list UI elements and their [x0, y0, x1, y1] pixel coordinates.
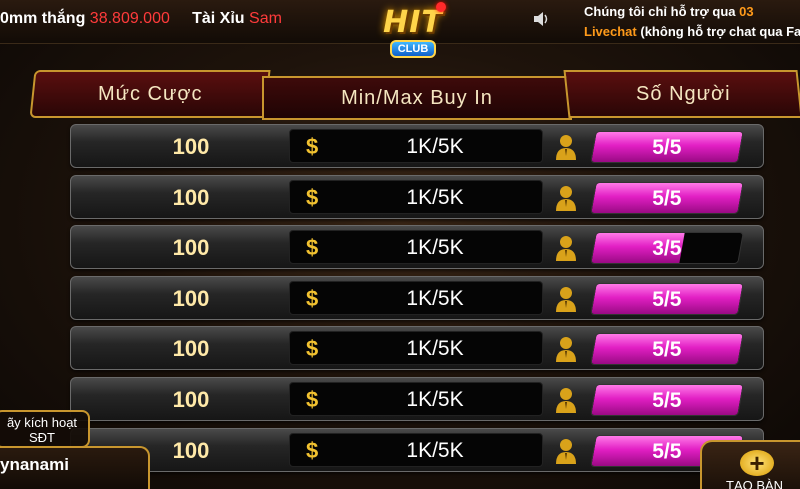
buyin-value: 1K/5K: [406, 337, 464, 361]
buyin-value: 1K/5K: [406, 236, 464, 260]
buyin-box: $1K/5K: [289, 179, 543, 214]
bet-value: 100: [172, 134, 210, 159]
create-table-button[interactable]: + TẠO BÀN: [700, 440, 800, 489]
support-line2: (không hỗ trợ chat qua Fa: [640, 24, 800, 39]
activate-line1: ãy kích hoạt: [6, 415, 78, 430]
win-ticker: 0mm thắng 38.809.000 Tài Xỉu Sam: [0, 10, 282, 28]
ticker-prefix: 0mm thắng: [0, 10, 86, 27]
table-row[interactable]: 100 $1K/5K 5/5: [70, 124, 764, 168]
header-buyin-label: Min/Max Buy In: [341, 86, 493, 109]
buyin-box: $1K/5K: [289, 280, 543, 315]
buyin-box: $1K/5K: [289, 331, 543, 366]
buyin-value: 1K/5K: [406, 388, 464, 411]
speaker-icon[interactable]: [532, 10, 552, 30]
support-notice: Chúng tôi chỉ hỗ trợ qua 03 Livechat (kh…: [584, 2, 800, 42]
dollar-icon: $: [306, 235, 319, 261]
buyin-box: $1K/5K: [289, 129, 543, 163]
logo-club-text: CLUB: [389, 40, 437, 58]
buyin-value: 1K/5K: [406, 135, 464, 158]
player-icon: [555, 134, 577, 160]
seats-value: 5/5: [652, 136, 682, 159]
notification-dot: [436, 2, 446, 12]
livechat-link[interactable]: Livechat: [584, 24, 637, 39]
player-icon: [555, 185, 577, 211]
player-icon: [555, 387, 577, 413]
table-row[interactable]: 100 $1K/5K 5/5: [70, 174, 764, 219]
activate-phone-button[interactable]: ãy kích hoạt SĐT: [0, 410, 90, 448]
dollar-icon: $: [306, 184, 319, 210]
player-icon: [555, 336, 577, 363]
buyin-box: $1K/5K: [289, 382, 543, 416]
buyin-box: $1K/5K: [289, 230, 543, 265]
header-players-label: Số Người: [635, 82, 731, 105]
seats-value: 3/5: [652, 237, 682, 261]
dollar-icon: $: [306, 134, 319, 159]
bet-value: 100: [172, 235, 210, 261]
buyin-value: 1K/5K: [406, 185, 464, 209]
header-players: Số Người: [563, 70, 800, 118]
table-row[interactable]: 100 $1K/5K 5/5: [70, 275, 764, 320]
support-line1: Chúng tôi chỉ hỗ trợ qua: [584, 4, 736, 19]
player-icon: [555, 286, 577, 312]
header-bet: Mức Cược: [29, 70, 271, 118]
username-panel[interactable]: ynanami: [0, 446, 150, 489]
bet-value: 100: [172, 387, 210, 412]
plus-icon: +: [740, 450, 774, 476]
table-row[interactable]: 100 $1K/5K 5/5: [70, 377, 764, 421]
bet-value: 100: [172, 285, 210, 311]
username: ynanami: [0, 455, 69, 474]
player-icon: [555, 235, 577, 262]
header-buyin: Min/Max Buy In: [262, 76, 572, 120]
dollar-icon: $: [306, 285, 319, 311]
dollar-icon: $: [306, 336, 319, 362]
dollar-icon: $: [306, 387, 319, 412]
buyin-box: $1K/5K: [289, 432, 543, 467]
seats-value: 5/5: [652, 338, 682, 362]
dollar-icon: $: [306, 437, 319, 463]
buyin-value: 1K/5K: [406, 438, 464, 462]
player-icon: [555, 438, 577, 464]
logo-hit-text: HIT: [383, 5, 443, 40]
seats-bar: 5/5: [590, 181, 744, 214]
activate-line2: SĐT: [29, 430, 55, 445]
create-table-label: TẠO BÀN: [726, 478, 784, 489]
seats-value: 5/5: [652, 186, 682, 210]
support-line1-num: 03: [739, 4, 754, 19]
seats-bar: 5/5: [590, 282, 744, 315]
buyin-value: 1K/5K: [406, 286, 464, 310]
ticker-game: Tài Xỉu: [192, 10, 245, 27]
hit-club-logo[interactable]: HIT CLUB: [374, 0, 452, 66]
seats-bar: 5/5: [590, 333, 744, 366]
bet-value: 100: [172, 336, 210, 362]
table-row[interactable]: 100 $1K/5K 3/5: [70, 225, 764, 270]
table-row[interactable]: 100 $1K/5K 5/5: [70, 427, 764, 472]
seats-value: 5/5: [652, 389, 682, 412]
table-row[interactable]: 100 $1K/5K 5/5: [70, 326, 764, 371]
header-bet-label: Mức Cược: [97, 82, 203, 105]
seats-bar: 5/5: [590, 131, 744, 163]
ticker-user: Sam: [249, 10, 282, 27]
bet-value: 100: [172, 184, 210, 210]
ticker-amount: 38.809.000: [89, 10, 170, 27]
seats-value: 5/5: [652, 287, 682, 311]
seats-bar: 3/5: [590, 232, 744, 265]
seats-bar: 5/5: [590, 384, 744, 416]
